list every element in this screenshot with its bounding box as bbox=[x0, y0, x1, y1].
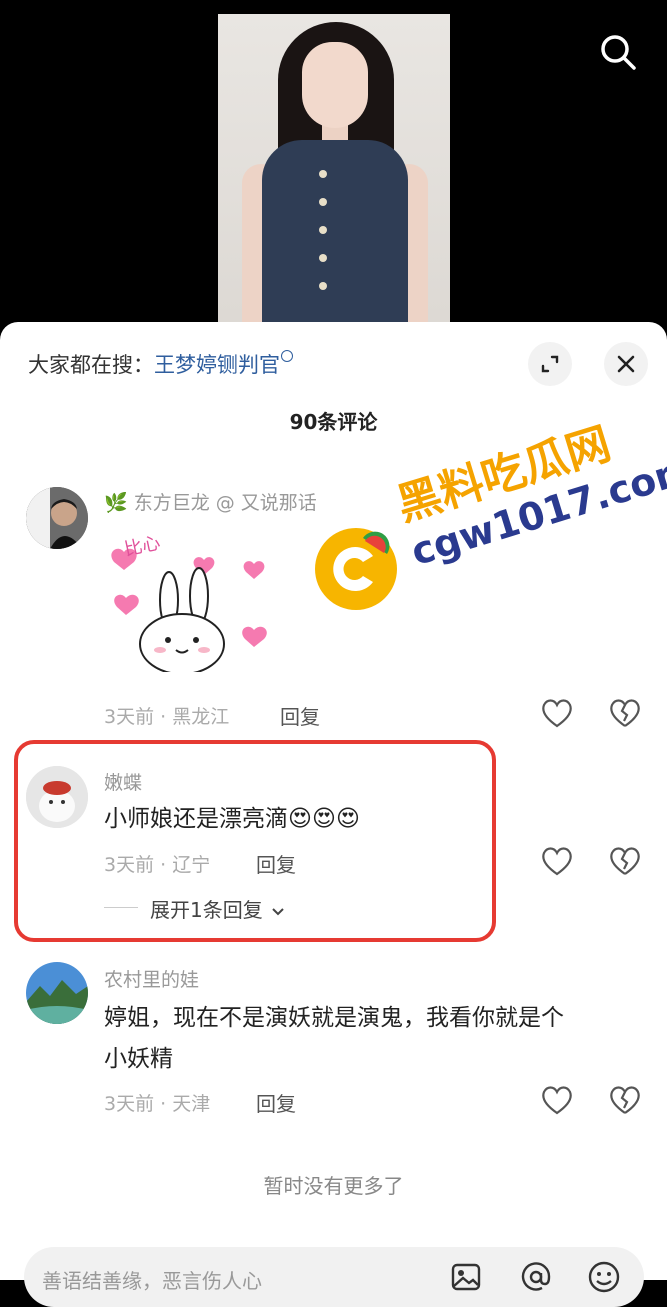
comment-meta: 3天前 · 辽宁 bbox=[104, 854, 211, 876]
dress-button bbox=[319, 170, 327, 178]
person-face bbox=[302, 42, 368, 128]
hot-search-prefix: 大家都在搜： bbox=[28, 353, 154, 377]
avatar[interactable] bbox=[26, 766, 88, 828]
video-player[interactable] bbox=[0, 0, 667, 340]
search-icon bbox=[601, 35, 636, 70]
watermark-logo bbox=[315, 528, 397, 610]
comment-username[interactable]: 🌿 东方巨龙 @ 又说那话 bbox=[104, 488, 317, 515]
dislike-button[interactable] bbox=[608, 1084, 642, 1116]
comment-input[interactable]: 善语结善缘，恶言伤人心 bbox=[24, 1247, 644, 1307]
heart-icon bbox=[542, 1086, 572, 1115]
heart-icon bbox=[542, 847, 572, 876]
broken-heart-icon bbox=[610, 847, 640, 875]
emoji-icon bbox=[588, 1261, 620, 1293]
mini-search-icon bbox=[281, 350, 293, 362]
comment-username[interactable]: 嫩蝶 bbox=[104, 768, 142, 795]
like-button[interactable] bbox=[540, 1084, 574, 1116]
at-icon bbox=[521, 1262, 551, 1291]
comment-text-line: 婷姐，现在不是演妖就是演鬼，我看你就是个 bbox=[104, 1005, 564, 1031]
image-button[interactable] bbox=[448, 1259, 484, 1295]
expand-replies-button[interactable]: 展开1条回复 bbox=[150, 894, 285, 923]
heart-icon bbox=[542, 699, 572, 728]
dress-button bbox=[319, 282, 327, 290]
reply-button[interactable]: 回复 bbox=[256, 1088, 296, 1117]
search-button[interactable] bbox=[596, 30, 640, 74]
comment-text: 小师娘还是漂亮滴😍😍😍 bbox=[104, 806, 360, 832]
expand-divider bbox=[104, 907, 138, 908]
close-button[interactable] bbox=[604, 342, 648, 386]
dress-button bbox=[319, 226, 327, 234]
image-icon bbox=[451, 1263, 481, 1291]
person-dress bbox=[262, 140, 408, 340]
no-more-text: 暂时没有更多了 bbox=[263, 1174, 404, 1198]
rabbit-sticker: 比心 bbox=[104, 522, 284, 675]
reply-button[interactable]: 回复 bbox=[280, 701, 320, 730]
comment-sheet: 大家都在搜：王梦婷铡判官 90条评论 🌿 东方巨龙 @ 又说那话 比心 3天前 … bbox=[0, 322, 667, 1307]
chevron-down-icon bbox=[272, 908, 284, 916]
like-button[interactable] bbox=[540, 697, 574, 729]
close-icon bbox=[617, 355, 635, 373]
avatar[interactable] bbox=[26, 962, 88, 1024]
dislike-button[interactable] bbox=[608, 697, 642, 729]
hot-search-keyword[interactable]: 王梦婷铡判官 bbox=[154, 353, 280, 377]
expand-icon bbox=[541, 355, 559, 373]
comment-text-line: 小妖精 bbox=[104, 1046, 173, 1072]
dress-button bbox=[319, 198, 327, 206]
dress-button bbox=[319, 254, 327, 262]
comment-meta: 3天前 · 天津 bbox=[104, 1093, 211, 1115]
broken-heart-icon bbox=[610, 699, 640, 727]
reply-button[interactable]: 回复 bbox=[256, 849, 296, 878]
leaf-icon: 🌿 bbox=[104, 492, 128, 514]
video-frame bbox=[218, 14, 450, 340]
expand-button[interactable] bbox=[528, 342, 572, 386]
hot-search[interactable]: 大家都在搜：王梦婷铡判官 bbox=[28, 349, 293, 379]
comment-meta: 3天前 · 黑龙江 bbox=[104, 706, 230, 728]
mention-button[interactable] bbox=[518, 1259, 554, 1295]
dislike-button[interactable] bbox=[608, 845, 642, 877]
comment-username[interactable]: 农村里的娃 bbox=[104, 965, 199, 992]
broken-heart-icon bbox=[610, 1086, 640, 1114]
like-button[interactable] bbox=[540, 845, 574, 877]
emoji-button[interactable] bbox=[586, 1259, 622, 1295]
avatar[interactable] bbox=[26, 487, 88, 549]
